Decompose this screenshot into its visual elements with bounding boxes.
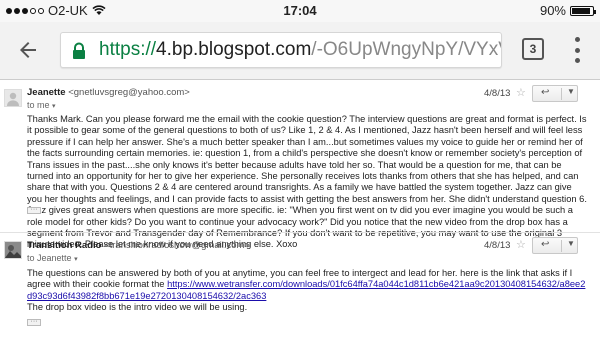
sender-email: <transitionradioshow@gmail.com>	[104, 240, 250, 251]
email-date: 4/8/13	[484, 240, 511, 251]
url-text: https://4.bp.blogspot.com/-O6UpWngyNpY/V…	[99, 39, 501, 61]
url-scheme: https://	[99, 39, 157, 60]
show-trimmed-content-button[interactable]: ···	[27, 206, 41, 214]
sender: Jeanette <gnetluvsgreg@yahoo.com>	[27, 87, 190, 98]
show-trimmed-content-button[interactable]: ···	[27, 318, 41, 326]
sender: Transition Radio <transitionradioshow@gm…	[27, 240, 250, 251]
tab-count: 3	[529, 42, 537, 56]
recipient[interactable]: to me ▾	[27, 100, 56, 110]
overflow-menu-icon[interactable]	[574, 37, 580, 63]
email-body-outro: The drop box video is the intro video we…	[27, 302, 248, 313]
battery-percent: 90%	[539, 3, 566, 18]
url-path: /-O6UpWngyNpY/VYxVvk0	[311, 39, 501, 60]
email-message: Transition Radio <transitionradioshow@gm…	[0, 233, 600, 333]
lock-icon	[73, 42, 85, 59]
url-host: 4.bp.blogspot.com	[156, 39, 312, 60]
address-bar[interactable]: https://4.bp.blogspot.com/-O6UpWngyNpY/V…	[60, 32, 502, 68]
tabs-icon[interactable]: 3	[522, 38, 544, 60]
email-date: 4/8/13	[484, 88, 511, 99]
divider	[561, 88, 562, 100]
battery-fill	[572, 7, 590, 14]
reply-button[interactable]: ↩ ▼	[532, 237, 578, 254]
browser-toolbar: https://4.bp.blogspot.com/-O6UpWngyNpY/V…	[0, 22, 600, 80]
email-body: Thanks Mark. Can you please forward me t…	[27, 114, 587, 250]
chevron-down-icon: ▾	[74, 256, 78, 263]
reply-icon: ↩	[541, 87, 550, 98]
star-icon[interactable]: ☆	[516, 86, 526, 99]
reply-button[interactable]: ↩ ▼	[532, 85, 578, 102]
star-icon[interactable]: ☆	[516, 238, 526, 251]
avatar-icon	[4, 241, 22, 259]
email-thread: Jeanette <gnetluvsgreg@yahoo.com> to me …	[0, 81, 600, 338]
chevron-down-icon: ▾	[52, 103, 56, 110]
status-bar: O2-UK 17:04 90%	[0, 0, 600, 22]
avatar-icon	[4, 89, 22, 107]
sender-email: <gnetluvsgreg@yahoo.com>	[68, 87, 190, 98]
recipient-label: to Jeanette	[27, 253, 72, 263]
recipient-label: to me	[27, 100, 50, 110]
email-body: The questions can be answered by both of…	[27, 268, 587, 314]
clock: 17:04	[283, 3, 317, 18]
sender-name: Transition Radio	[27, 240, 102, 251]
battery-icon	[570, 5, 596, 16]
email-message: Jeanette <gnetluvsgreg@yahoo.com> to me …	[0, 81, 600, 249]
sender-name: Jeanette	[27, 87, 66, 98]
back-arrow-icon[interactable]	[16, 38, 40, 62]
recipient[interactable]: to Jeanette ▾	[27, 253, 78, 263]
reply-icon: ↩	[541, 239, 550, 250]
dropdown-icon[interactable]: ▼	[567, 239, 575, 248]
dropdown-icon[interactable]: ▼	[567, 87, 575, 96]
divider	[561, 240, 562, 252]
battery-status: 90%	[539, 3, 596, 18]
